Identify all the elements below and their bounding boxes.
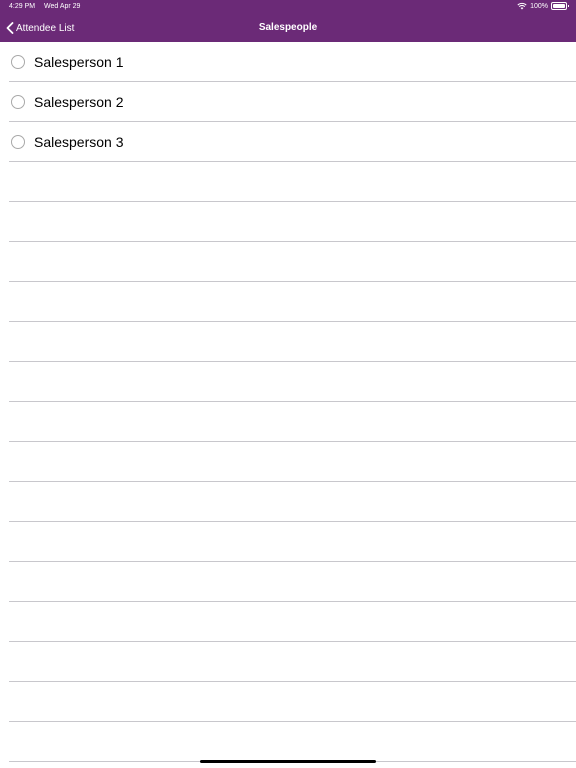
empty-row [9, 562, 576, 602]
status-indicators: 100% [517, 2, 569, 10]
status-date: Wed Apr 29 [44, 3, 81, 10]
empty-row [9, 362, 576, 402]
radio-button[interactable] [11, 94, 25, 109]
navigation-bar: 4:29 PM Wed Apr 29 100% Attendee List Sa… [0, 0, 576, 42]
wifi-icon [517, 2, 527, 10]
list-item-label: Salesperson 1 [34, 53, 124, 70]
radio-button[interactable] [11, 134, 25, 149]
empty-row [9, 242, 576, 282]
list-item-label: Salesperson 3 [34, 133, 124, 150]
radio-button[interactable] [11, 54, 25, 69]
list-item[interactable]: Salesperson 3 [9, 122, 576, 162]
empty-row [9, 522, 576, 562]
page-title: Salespeople [258, 22, 318, 33]
empty-row [9, 682, 576, 722]
list-item[interactable]: Salesperson 1 [9, 42, 576, 82]
salespeople-list: Salesperson 1 Salesperson 2 Salesperson … [0, 42, 576, 762]
empty-row [9, 482, 576, 522]
empty-row [9, 202, 576, 242]
empty-row [9, 722, 576, 762]
empty-row [9, 322, 576, 362]
home-indicator [200, 760, 376, 763]
battery-icon [551, 2, 569, 10]
empty-row [9, 442, 576, 482]
empty-row [9, 282, 576, 322]
empty-row [9, 642, 576, 682]
empty-row [9, 402, 576, 442]
status-bar: 4:29 PM Wed Apr 29 100% [0, 0, 576, 14]
list-item[interactable]: Salesperson 2 [9, 82, 576, 122]
battery-percent: 100% [530, 2, 548, 10]
empty-row [9, 162, 576, 202]
list-item-label: Salesperson 2 [34, 93, 124, 110]
empty-row [9, 602, 576, 642]
status-time: 4:29 PM [9, 3, 36, 10]
